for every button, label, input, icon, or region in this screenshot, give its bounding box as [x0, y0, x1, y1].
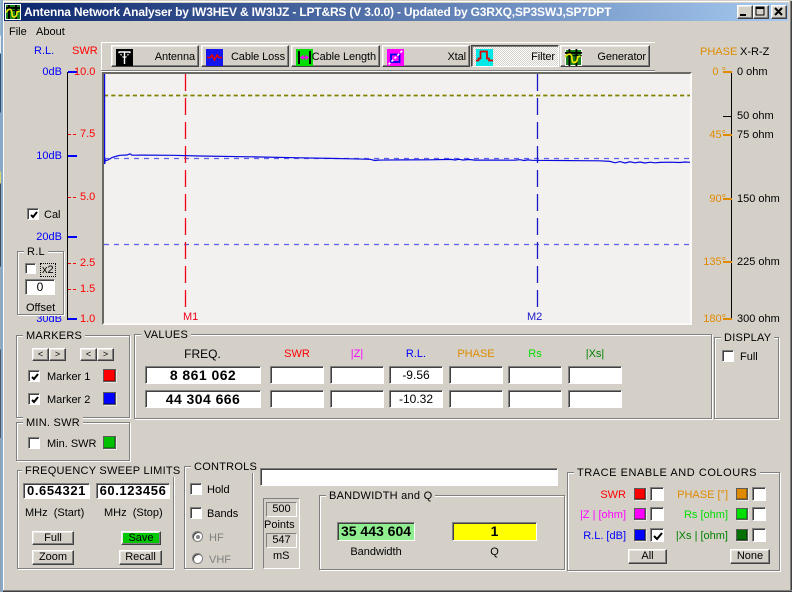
svg-text:M1: M1: [183, 311, 198, 323]
svg-text:M2: M2: [527, 311, 542, 323]
